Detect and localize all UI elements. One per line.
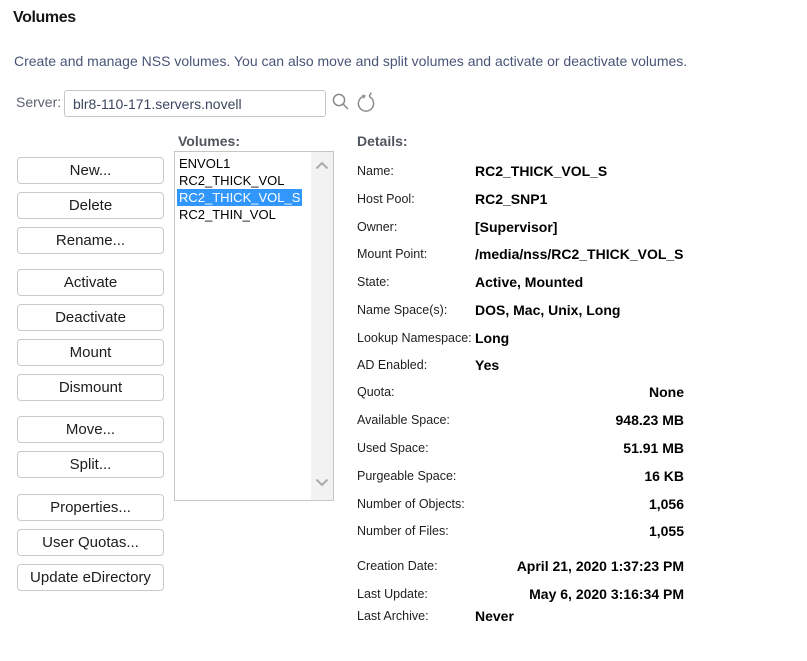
history-icon bbox=[355, 90, 378, 116]
volumes-list-header: Volumes: bbox=[178, 133, 240, 149]
detail-value: April 21, 2020 1:37:23 PM bbox=[475, 558, 684, 574]
page-description: Create and manage NSS volumes. You can a… bbox=[14, 53, 687, 69]
detail-label: State: bbox=[357, 275, 390, 289]
dismount-button[interactable]: Dismount bbox=[17, 374, 164, 401]
detail-label: Purgeable Space: bbox=[357, 469, 456, 483]
properties-button[interactable]: Properties... bbox=[17, 494, 164, 521]
detail-label: Last Archive: bbox=[357, 609, 429, 623]
details-header: Details: bbox=[357, 133, 408, 149]
detail-label: Name: bbox=[357, 164, 394, 178]
listbox-scrollbar[interactable] bbox=[311, 152, 333, 500]
detail-label: Used Space: bbox=[357, 441, 429, 455]
rename-button[interactable]: Rename... bbox=[17, 227, 164, 254]
detail-label: Available Space: bbox=[357, 413, 450, 427]
detail-value: 51.91 MB bbox=[475, 440, 684, 456]
detail-value: 1,056 bbox=[475, 496, 684, 512]
chevron-up-icon[interactable] bbox=[315, 161, 329, 170]
detail-value: Active, Mounted bbox=[475, 274, 583, 290]
detail-value: [Supervisor] bbox=[475, 219, 557, 235]
page-title: Volumes bbox=[13, 9, 76, 27]
detail-label: Number of Objects: bbox=[357, 497, 465, 511]
mount-button[interactable]: Mount bbox=[17, 339, 164, 366]
detail-value: Yes bbox=[475, 357, 499, 373]
move-button[interactable]: Move... bbox=[17, 416, 164, 443]
detail-value: RC2_THICK_VOL_S bbox=[475, 163, 607, 179]
list-item[interactable]: RC2_THICK_VOL bbox=[177, 172, 286, 189]
detail-label: Lookup Namespace: bbox=[357, 331, 472, 345]
detail-label: Mount Point: bbox=[357, 247, 427, 261]
list-item[interactable]: ENVOL1 bbox=[177, 155, 232, 172]
search-icon bbox=[330, 91, 352, 113]
detail-label: Host Pool: bbox=[357, 192, 415, 206]
detail-label: Creation Date: bbox=[357, 559, 438, 573]
detail-label: Name Space(s): bbox=[357, 303, 447, 317]
search-button[interactable] bbox=[329, 91, 353, 115]
detail-value: Never bbox=[475, 608, 514, 624]
detail-label: Last Update: bbox=[357, 587, 428, 601]
detail-value: 16 KB bbox=[475, 468, 684, 484]
detail-label: AD Enabled: bbox=[357, 358, 427, 372]
delete-button[interactable]: Delete bbox=[17, 192, 164, 219]
detail-value: 948.23 MB bbox=[475, 412, 684, 428]
activate-button[interactable]: Activate bbox=[17, 269, 164, 296]
detail-value: RC2_SNP1 bbox=[475, 191, 547, 207]
detail-value: /media/nss/RC2_THICK_VOL_S bbox=[475, 246, 684, 262]
volumes-list-items: ENVOL1 RC2_THICK_VOL RC2_THICK_VOL_S RC2… bbox=[175, 152, 333, 223]
server-input[interactable] bbox=[64, 90, 326, 117]
deactivate-button[interactable]: Deactivate bbox=[17, 304, 164, 331]
list-item-selected[interactable]: RC2_THICK_VOL_S bbox=[177, 189, 302, 206]
detail-value: None bbox=[475, 384, 684, 400]
server-label: Server: bbox=[16, 94, 61, 110]
detail-label: Quota: bbox=[357, 385, 395, 399]
detail-value: May 6, 2020 3:16:34 PM bbox=[475, 586, 684, 602]
history-button[interactable] bbox=[355, 90, 378, 116]
list-item[interactable]: RC2_THIN_VOL bbox=[177, 206, 278, 223]
detail-label: Owner: bbox=[357, 220, 397, 234]
detail-value: Long bbox=[475, 330, 509, 346]
detail-label: Number of Files: bbox=[357, 524, 449, 538]
user-quotas-button[interactable]: User Quotas... bbox=[17, 529, 164, 556]
detail-value: DOS, Mac, Unix, Long bbox=[475, 302, 620, 318]
volumes-listbox[interactable]: ENVOL1 RC2_THICK_VOL RC2_THICK_VOL_S RC2… bbox=[174, 151, 334, 501]
chevron-down-icon[interactable] bbox=[315, 478, 329, 487]
split-button[interactable]: Split... bbox=[17, 451, 164, 478]
update-edirectory-button[interactable]: Update eDirectory bbox=[17, 564, 164, 591]
new-button[interactable]: New... bbox=[17, 157, 164, 184]
detail-value: 1,055 bbox=[475, 523, 684, 539]
